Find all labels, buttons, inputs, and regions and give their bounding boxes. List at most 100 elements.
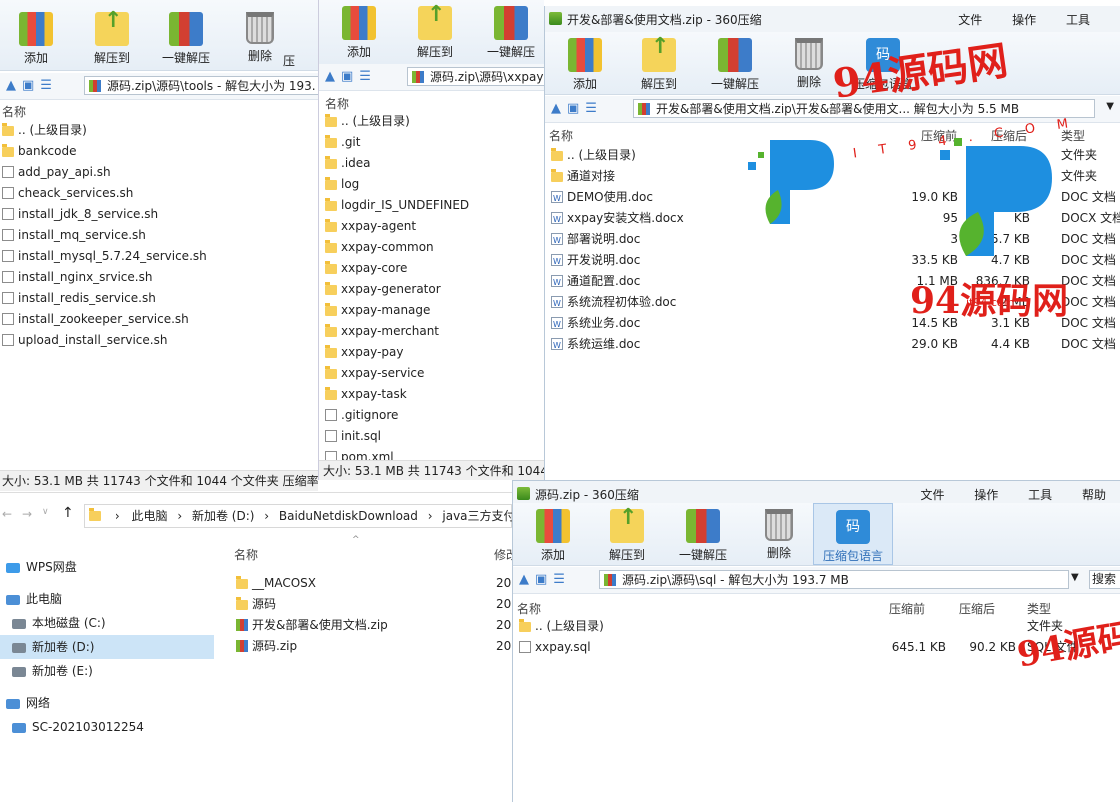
list-item[interactable]: xxpay-manage — [323, 300, 544, 321]
list-item[interactable]: install_jdk_8_service.sh — [0, 204, 318, 225]
list-item[interactable]: install_mysql_5.7.24_service.sh — [0, 246, 318, 267]
list-item[interactable]: install_mq_service.sh — [0, 225, 318, 246]
list-item[interactable]: xxpay-agent — [323, 216, 544, 237]
list-item[interactable]: xxpay-merchant — [323, 321, 544, 342]
list-item[interactable]: log — [323, 174, 544, 195]
sidebar-item[interactable]: 网络 — [0, 691, 214, 715]
search-input[interactable]: 搜索 — [1089, 570, 1120, 589]
computer-icon — [12, 722, 26, 733]
menu-tools[interactable]: 工具 — [1066, 11, 1090, 28]
recent-dropdown[interactable]: ∨ — [42, 507, 49, 517]
file-icon — [2, 250, 14, 262]
file-name: bankcode — [18, 144, 77, 158]
extract-to-button[interactable]: 解压到 — [619, 34, 699, 92]
sidebar-item[interactable]: SC-202103012254 — [0, 715, 214, 739]
crumb-drive-d[interactable]: 新加卷 (D:) — [192, 509, 254, 523]
col-after[interactable]: 压缩后 — [959, 600, 995, 617]
list-item[interactable]: 源码 20 — [234, 594, 512, 615]
back-button[interactable]: ← — [2, 507, 12, 521]
sidebar-item-label: SC-202103012254 — [32, 720, 144, 734]
sidebar-item[interactable]: 此电脑 — [0, 587, 214, 611]
path-input[interactable]: 源码.zip\源码\xxpay — [407, 67, 544, 86]
one-click-extract-button[interactable]: 一键解压 — [471, 6, 544, 60]
list-item[interactable]: init.sql — [323, 426, 544, 447]
list-item[interactable]: upload_install_service.sh — [0, 330, 318, 351]
list-item[interactable]: xxpay-task — [323, 384, 544, 405]
nav-icons[interactable]: ▲▣☰ — [325, 69, 377, 84]
file-name: install_mysql_5.7.24_service.sh — [18, 249, 207, 263]
sidebar-item[interactable]: 本地磁盘 (C:) — [0, 611, 214, 635]
sidebar-item[interactable]: WPS网盘 — [0, 555, 214, 579]
menu-operate[interactable]: 操作 — [974, 486, 998, 503]
col-modified[interactable]: 修改 — [494, 546, 512, 563]
extract-to-button[interactable]: 解压到 — [395, 2, 475, 60]
compress-lang-button[interactable]: 压 — [274, 52, 304, 69]
path-dropdown-button[interactable]: ▼ — [1106, 101, 1114, 112]
menu-operate[interactable]: 操作 — [1012, 11, 1036, 28]
crumb-this-pc[interactable]: 此电脑 — [131, 509, 167, 523]
col-name[interactable]: 名称 — [2, 103, 26, 120]
list-item[interactable]: xxpay-generator — [323, 279, 544, 300]
add-button[interactable]: 添加 — [545, 38, 625, 92]
path-input[interactable]: 源码.zip\源码\tools - 解包大小为 193. — [84, 76, 318, 95]
col-name[interactable]: 名称 — [325, 95, 349, 112]
extract-to-button[interactable]: 解压到 — [72, 8, 152, 66]
col-type[interactable]: 类型 — [1027, 600, 1051, 617]
up-button[interactable]: ↑ — [62, 505, 74, 521]
crumb-baidu[interactable]: BaiduNetdiskDownload — [279, 509, 418, 523]
add-button[interactable]: 添加 — [0, 12, 76, 66]
col-name[interactable]: 名称 — [549, 127, 573, 144]
list-item[interactable]: xxpay-common — [323, 237, 544, 258]
menu-tools[interactable]: 工具 — [1028, 486, 1052, 503]
sidebar-item[interactable]: 新加卷 (E:) — [0, 659, 214, 683]
path-input[interactable]: 源码.zip\源码\sql - 解包大小为 193.7 MB — [599, 570, 1069, 589]
drive-icon — [12, 666, 26, 677]
file-name: 源码.zip — [252, 639, 298, 653]
list-item[interactable]: __MACOSX 20 — [234, 573, 512, 594]
one-click-extract-button[interactable]: 一键解压 — [695, 38, 775, 92]
window-title: 开发&部署&使用文档.zip - 360压缩 — [567, 13, 762, 27]
list-item[interactable]: .. (上级目录) — [0, 120, 318, 141]
list-item[interactable]: bankcode — [0, 141, 318, 162]
list-item[interactable]: install_nginx_srvice.sh — [0, 267, 318, 288]
forward-button[interactable]: → — [22, 507, 32, 521]
path-dropdown-button[interactable]: ▼ — [1071, 572, 1079, 583]
menu-file[interactable]: 文件 — [958, 11, 982, 28]
list-item[interactable]: install_zookeeper_service.sh — [0, 309, 318, 330]
list-item[interactable]: 开发&部署&使用文档.zip 20 — [234, 615, 512, 636]
one-click-extract-button[interactable]: 一键解压 — [663, 509, 743, 563]
add-icon — [568, 38, 602, 72]
list-item[interactable]: cheack_services.sh — [0, 183, 318, 204]
list-item[interactable]: logdir_IS_UNDEFINED — [323, 195, 544, 216]
toolbar: 添加 解压到 一键解压 — [319, 0, 544, 65]
sidebar-item[interactable]: 新加卷 (D:) — [0, 635, 214, 659]
breadcrumb[interactable]: › 此电脑 › 新加卷 (D:) › BaiduNetdiskDownload … — [84, 504, 512, 528]
col-before[interactable]: 压缩前 — [889, 600, 925, 617]
list-item[interactable]: .gitignore — [323, 405, 544, 426]
one-click-extract-button[interactable]: 一键解压 — [146, 12, 226, 66]
list-item[interactable]: 源码.zip 20 — [234, 636, 512, 657]
archive-language-button[interactable]: 码压缩包语言 — [813, 503, 893, 565]
list-item[interactable]: 系统运维.doc 29.0 KB 4.4 KB DOC 文档 — [549, 334, 1120, 356]
menu-help[interactable]: 帮助 — [1082, 486, 1106, 503]
list-item[interactable]: .idea — [323, 153, 544, 174]
list-item[interactable]: .git — [323, 132, 544, 153]
list-item[interactable]: xxpay-core — [323, 258, 544, 279]
col-name[interactable]: 名称 — [234, 546, 258, 563]
list-item[interactable]: add_pay_api.sh — [0, 162, 318, 183]
extract-to-button[interactable]: 解压到 — [587, 505, 667, 563]
add-button[interactable]: 添加 — [319, 6, 399, 60]
list-item[interactable]: install_redis_service.sh — [0, 288, 318, 309]
list-item[interactable]: xxpay-service — [323, 363, 544, 384]
nav-icons[interactable]: ▲▣☰ — [519, 572, 571, 587]
menu-file[interactable]: 文件 — [920, 486, 944, 503]
file-list: .. (上级目录) .git .idea log logdir_IS_UNDEFINED… — [323, 111, 544, 468]
crumb-java[interactable]: java三方支付 — [442, 509, 512, 523]
nav-icons[interactable]: ▲▣☰ — [551, 101, 603, 116]
add-button[interactable]: 添加 — [513, 509, 593, 563]
delete-button[interactable]: 删除 — [739, 509, 819, 561]
list-item[interactable]: .. (上级目录) — [323, 111, 544, 132]
col-name[interactable]: 名称 — [517, 600, 541, 617]
list-item[interactable]: xxpay-pay — [323, 342, 544, 363]
nav-icons[interactable]: ▲▣☰ — [6, 78, 58, 93]
